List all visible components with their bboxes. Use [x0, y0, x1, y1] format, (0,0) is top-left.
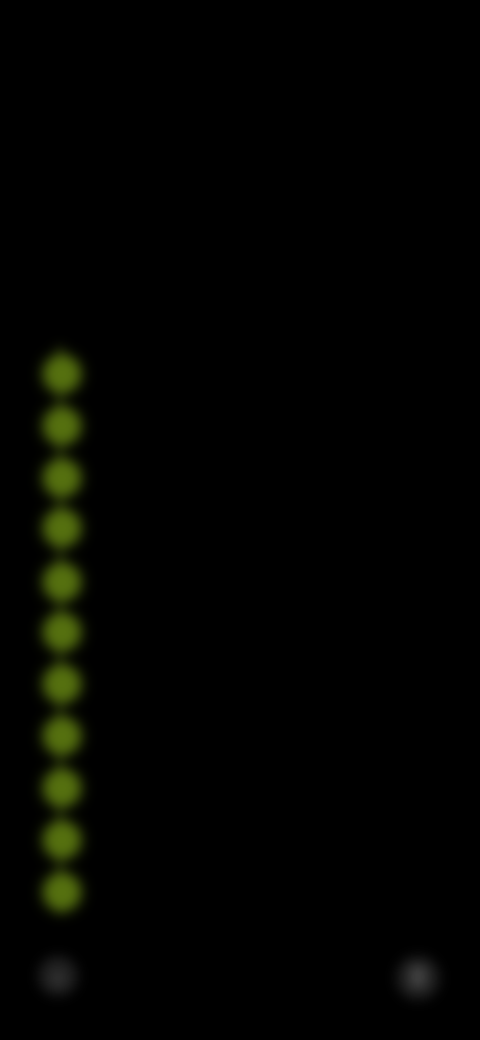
- step-item[interactable]: [36, 506, 336, 550]
- step-item[interactable]: [36, 818, 336, 862]
- step-item[interactable]: [36, 662, 336, 706]
- step-item[interactable]: [36, 610, 336, 654]
- step-item[interactable]: [36, 456, 336, 500]
- step-dot-icon: [44, 460, 80, 496]
- menu-icon[interactable]: ☰: [396, 956, 440, 1000]
- step-dot-icon: [44, 718, 80, 754]
- step-item[interactable]: [36, 766, 336, 810]
- home-icon[interactable]: ⌂: [38, 956, 78, 996]
- step-dot-icon: [44, 822, 80, 858]
- step-dot-icon: [44, 614, 80, 650]
- step-dot-icon: [44, 510, 80, 546]
- step-dot-icon: [44, 564, 80, 600]
- step-dot-icon: [44, 874, 80, 910]
- step-dot-icon: [44, 666, 80, 702]
- step-dot-icon: [44, 408, 80, 444]
- step-item[interactable]: [36, 352, 336, 396]
- status-bar: [0, 0, 480, 60]
- step-dot-icon: [44, 356, 80, 392]
- step-dot-icon: [44, 770, 80, 806]
- step-item[interactable]: [36, 560, 336, 604]
- step-item[interactable]: [36, 870, 336, 914]
- step-item[interactable]: [36, 404, 336, 448]
- screen: ⌂ ☰: [0, 0, 480, 1040]
- step-list: [0, 346, 480, 926]
- step-item[interactable]: [36, 714, 336, 758]
